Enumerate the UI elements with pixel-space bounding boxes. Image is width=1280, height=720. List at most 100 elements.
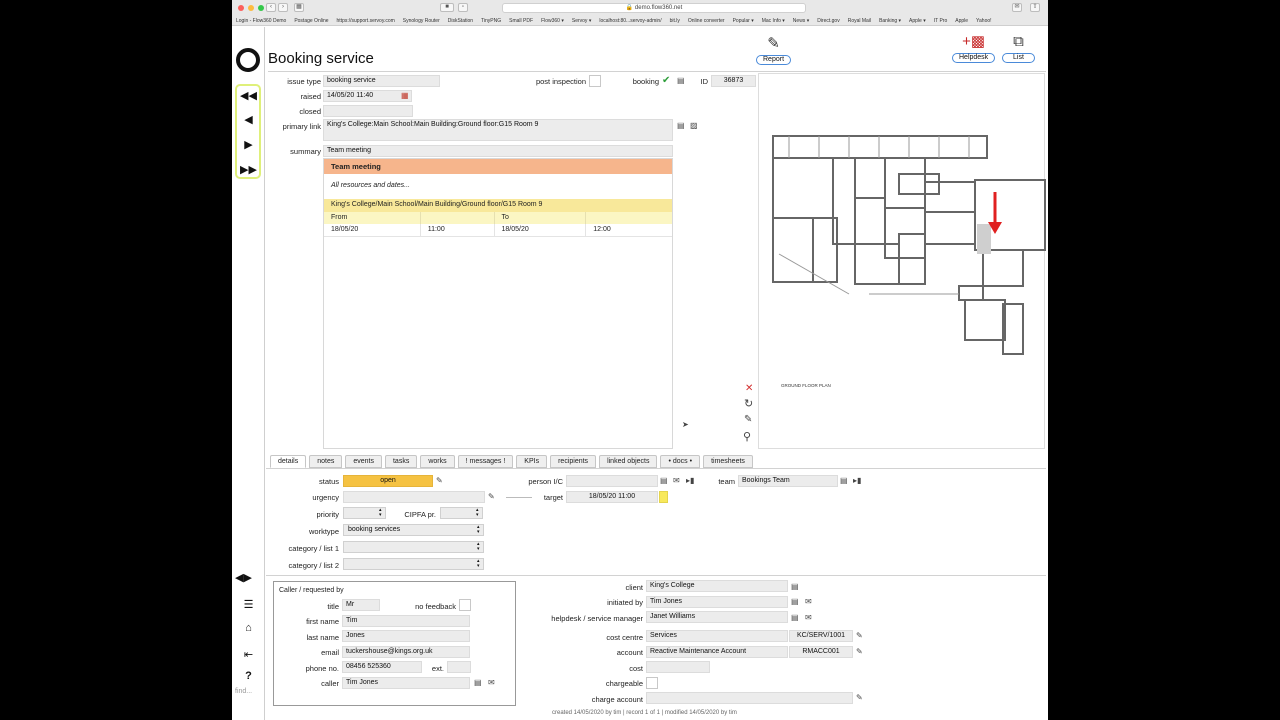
manager-field[interactable]: Janet Williams xyxy=(646,611,788,623)
zoom-window-button[interactable] xyxy=(258,5,264,11)
help-icon[interactable]: ? xyxy=(232,670,265,682)
checklist-icon[interactable]: ☰ xyxy=(232,598,265,611)
category-1-select[interactable] xyxy=(343,541,484,553)
team-lock-icon[interactable]: ▸▮ xyxy=(853,476,861,486)
home-icon[interactable]: ⌂ xyxy=(232,622,265,634)
initiated-list-icon[interactable]: ▤ xyxy=(791,597,799,607)
tab-item[interactable]: KPIs xyxy=(516,455,548,468)
bookmark-item[interactable]: News ▾ xyxy=(793,16,809,26)
bookmark-item[interactable]: https://support.servoy.com xyxy=(337,16,395,26)
bookmark-item[interactable]: Popular ▾ xyxy=(733,16,754,26)
tab-item[interactable]: ! messages ! xyxy=(457,455,514,468)
bookmark-item[interactable]: DiskStation xyxy=(448,16,473,26)
cost-centre-edit-icon[interactable]: ✎ xyxy=(856,631,863,641)
target-field[interactable]: 18/05/20 11:00 xyxy=(566,491,658,503)
tab-item[interactable]: timesheets xyxy=(703,455,753,468)
email-field[interactable]: tuckershouse@kings.org.uk xyxy=(342,646,470,658)
cost-field[interactable] xyxy=(646,661,710,673)
summary-field[interactable]: Team meeting xyxy=(323,145,673,157)
bookmark-item[interactable]: Flow360 ▾ xyxy=(541,16,564,26)
helpdesk-button[interactable]: +▩ Helpdesk xyxy=(952,34,996,63)
bookmark-item[interactable]: Yahoo! xyxy=(976,16,991,26)
previous-record-icon[interactable]: ◀ xyxy=(232,113,265,126)
app-logo-icon[interactable] xyxy=(236,48,260,72)
closed-field[interactable] xyxy=(323,105,413,117)
list-button[interactable]: ⧉ List xyxy=(1002,34,1035,63)
first-name-field[interactable]: Tim xyxy=(342,615,470,627)
bookmark-item[interactable]: Synology Router xyxy=(403,16,440,26)
account-field[interactable]: Reactive Maintenance Account xyxy=(646,646,788,658)
bookmark-item[interactable]: TinyPNG xyxy=(481,16,501,26)
primary-link-list-icon[interactable]: ▤ xyxy=(677,121,685,131)
next-record-icon[interactable]: ▶ xyxy=(232,138,265,151)
category-2-select[interactable] xyxy=(343,558,484,570)
remove-plan-icon[interactable]: ✕ xyxy=(745,384,753,394)
forward-icon[interactable]: › xyxy=(278,3,288,12)
bookmark-item[interactable]: Postage Online xyxy=(294,16,328,26)
ext-field[interactable] xyxy=(447,661,471,673)
person-mail-icon[interactable]: ✉ xyxy=(673,476,680,486)
refresh-icon[interactable]: ↻ xyxy=(744,399,753,410)
person-lock-icon[interactable]: ▸▮ xyxy=(686,476,694,486)
last-name-field[interactable]: Jones xyxy=(342,630,470,642)
bookmark-item[interactable]: Mac Info ▾ xyxy=(762,16,785,26)
person-ic-field[interactable] xyxy=(566,475,658,487)
bookmark-item[interactable]: localhost:80...servoy-admin/ xyxy=(599,16,661,26)
primary-link-field[interactable]: King's College:Main School:Main Building… xyxy=(323,119,673,141)
team-list-icon[interactable]: ▤ xyxy=(840,476,848,486)
team-field[interactable]: Bookings Team xyxy=(738,475,838,487)
title-field[interactable]: Mr xyxy=(342,599,380,611)
raised-field[interactable]: 14/05/20 11:40 xyxy=(323,90,412,102)
tab-item[interactable]: • docs • xyxy=(660,455,701,468)
last-record-icon[interactable]: ▶▶ xyxy=(232,163,265,176)
bookmark-item[interactable]: bit.ly xyxy=(670,16,680,26)
zoom-icon[interactable]: ⚲ xyxy=(743,432,751,443)
phone-field[interactable]: 08456 525360 xyxy=(342,661,422,673)
mail-icon[interactable]: ✉ xyxy=(1012,3,1022,12)
initiated-mail-icon[interactable]: ✉ xyxy=(805,597,812,607)
bookmark-item[interactable]: Online converter xyxy=(688,16,725,26)
bookmark-item[interactable]: Banking ▾ xyxy=(879,16,901,26)
bookmark-item[interactable]: Small PDF xyxy=(509,16,533,26)
client-list-icon[interactable]: ▤ xyxy=(791,582,799,592)
charge-account-field[interactable] xyxy=(646,692,853,704)
minimize-window-button[interactable] xyxy=(248,5,254,11)
person-list-icon[interactable]: ▤ xyxy=(660,476,668,486)
edit-plan-icon[interactable]: ✎ xyxy=(744,415,752,425)
bookmark-item[interactable]: Apple xyxy=(955,16,968,26)
manager-list-icon[interactable]: ▤ xyxy=(791,613,799,623)
bookmark-item[interactable]: Direct.gov xyxy=(817,16,840,26)
manager-mail-icon[interactable]: ✉ xyxy=(805,613,812,623)
bookmark-item[interactable]: Royal Mail xyxy=(848,16,871,26)
bookmark-item[interactable]: Apple ▾ xyxy=(909,16,926,26)
urgency-edit-icon[interactable]: ✎ xyxy=(488,492,495,502)
tab-item[interactable]: tasks xyxy=(384,455,418,468)
bookmark-item[interactable]: IT Pro xyxy=(934,16,948,26)
caller-mail-icon[interactable]: ✉ xyxy=(488,678,495,688)
worktype-select[interactable]: booking services xyxy=(343,524,484,536)
logout-icon[interactable]: ⇤ xyxy=(232,648,265,661)
cipfa-select[interactable] xyxy=(440,507,483,519)
bookmark-item[interactable]: Servoy ▾ xyxy=(572,16,591,26)
close-window-button[interactable] xyxy=(238,5,244,11)
primary-link-go-icon[interactable]: ▨ xyxy=(690,121,698,131)
report-button[interactable]: ✎ Report xyxy=(756,36,792,65)
tab-item[interactable]: recipients xyxy=(550,455,597,468)
client-field[interactable]: King's College xyxy=(646,580,788,592)
chargeable-checkbox[interactable] xyxy=(646,677,658,689)
share-page-icon[interactable]: ⇧ xyxy=(1030,3,1040,12)
account-edit-icon[interactable]: ✎ xyxy=(856,647,863,657)
tab-item[interactable]: linked objects xyxy=(599,455,658,468)
bookmark-item[interactable]: Login - Flow360 Demo xyxy=(236,16,286,26)
cost-centre-field[interactable]: Services xyxy=(646,630,788,642)
booking-checkmark-icon[interactable]: ✔ xyxy=(662,75,674,87)
initiated-by-field[interactable]: Tim Jones xyxy=(646,596,788,608)
tab-item[interactable]: events xyxy=(345,455,382,468)
caller-list-icon[interactable]: ▤ xyxy=(474,678,482,688)
priority-select[interactable] xyxy=(343,507,386,519)
charge-account-edit-icon[interactable]: ✎ xyxy=(856,693,863,703)
urgency-field[interactable] xyxy=(343,491,485,503)
tab-item[interactable]: notes xyxy=(309,455,343,468)
tab-item[interactable]: works xyxy=(420,455,455,468)
reader-icon[interactable]: ▫ xyxy=(458,3,468,12)
